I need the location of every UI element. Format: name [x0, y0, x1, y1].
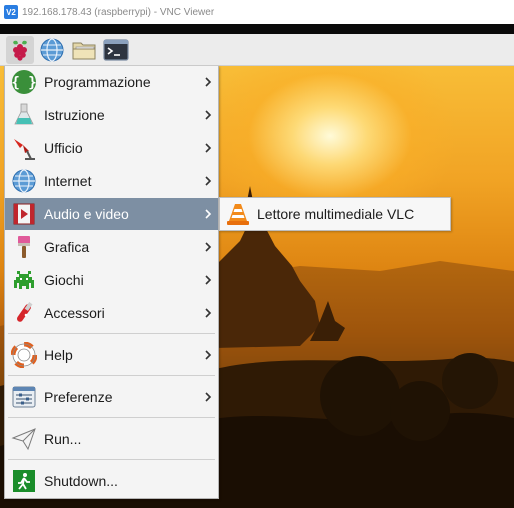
- menu-item-internet[interactable]: Internet: [5, 165, 218, 197]
- menu-item-preferenze[interactable]: Preferenze: [5, 381, 218, 413]
- raspberry-icon: [13, 40, 27, 61]
- menu-item-grafica[interactable]: Grafica: [5, 231, 218, 263]
- chevron-right-icon: [203, 140, 213, 156]
- menu-item-label: Programmazione: [44, 74, 151, 90]
- accessories-icon: [10, 299, 38, 327]
- preferences-icon: [10, 383, 38, 411]
- office-icon: [10, 134, 38, 162]
- web-browser-button[interactable]: [38, 36, 66, 64]
- web-browser-icon: [40, 37, 64, 62]
- menu-item-help[interactable]: Help: [5, 339, 218, 371]
- terminal-button[interactable]: [102, 36, 130, 64]
- graphics-icon: [10, 233, 38, 261]
- menu-item-shutdown[interactable]: Shutdown...: [5, 465, 218, 497]
- menu-separator: [8, 333, 215, 334]
- menu-separator: [8, 459, 215, 460]
- games-icon: [10, 266, 38, 294]
- chevron-right-icon: [203, 239, 213, 255]
- internet-icon: [10, 167, 38, 195]
- menu-item-label: Help: [44, 347, 73, 363]
- vlc-icon: [225, 201, 251, 227]
- menu-item-audio-e-video[interactable]: Audio e video: [5, 198, 218, 230]
- file-manager-button[interactable]: [70, 36, 98, 64]
- programming-icon: { }: [10, 68, 38, 96]
- shutdown-icon: [10, 467, 38, 495]
- chevron-right-icon: [203, 74, 213, 90]
- submenu-audio-e-video: Lettore multimediale VLC: [219, 197, 451, 231]
- taskbar: [0, 34, 514, 66]
- menu-item-label: Accessori: [44, 305, 105, 321]
- terminal-icon: [103, 38, 129, 61]
- menu-item-ufficio[interactable]: Ufficio: [5, 132, 218, 164]
- window-title-separator: -: [150, 6, 160, 18]
- education-icon: [10, 101, 38, 129]
- menu-item-label: Preferenze: [44, 389, 113, 405]
- help-icon: [10, 341, 38, 369]
- submenu-item-vlc[interactable]: Lettore multimediale VLC: [257, 206, 414, 222]
- vnc-viewer-icon: V2: [4, 5, 18, 19]
- menu-item-label: Audio e video: [44, 206, 129, 222]
- chevron-right-icon: [203, 272, 213, 288]
- menu-item-label: Shutdown...: [44, 473, 118, 489]
- window-title-host: 192.168.178.43 (raspberrypi): [22, 6, 151, 18]
- raspberry-menu-button[interactable]: [6, 35, 34, 64]
- menu-item-giochi[interactable]: Giochi: [5, 264, 218, 296]
- menu-item-label: Istruzione: [44, 107, 105, 123]
- menu-item-istruzione[interactable]: Istruzione: [5, 99, 218, 131]
- vnc-toolbar-strip: [0, 24, 514, 34]
- menu-item-label: Giochi: [44, 272, 84, 288]
- chevron-right-icon: [203, 107, 213, 123]
- chevron-right-icon: [203, 206, 213, 222]
- window-title-app: VNC Viewer: [159, 6, 215, 18]
- menu-separator: [8, 417, 215, 418]
- run-icon: [10, 425, 38, 453]
- menu-item-accessori[interactable]: Accessori: [5, 297, 218, 329]
- menu-item-label: Grafica: [44, 239, 90, 255]
- file-manager-icon: [72, 42, 96, 59]
- menu-separator: [8, 375, 215, 376]
- menu-item-run[interactable]: Run...: [5, 423, 218, 455]
- application-menu: { } Programmazione Istruzione Ufficio In…: [4, 66, 219, 499]
- svg-text:{ }: { }: [11, 75, 36, 91]
- menu-item-label: Ufficio: [44, 140, 83, 156]
- audio-video-icon: [10, 200, 38, 228]
- window-titlebar[interactable]: V2 192.168.178.43 (raspberrypi) - VNC Vi…: [0, 0, 514, 24]
- menu-item-label: Run...: [44, 431, 82, 447]
- menu-item-label: Internet: [44, 173, 92, 189]
- chevron-right-icon: [203, 305, 213, 321]
- chevron-right-icon: [203, 347, 213, 363]
- chevron-right-icon: [203, 173, 213, 189]
- window-title: 192.168.178.43 (raspberrypi) - VNC Viewe…: [22, 7, 214, 18]
- menu-item-programmazione[interactable]: { } Programmazione: [5, 66, 218, 98]
- chevron-right-icon: [203, 389, 213, 405]
